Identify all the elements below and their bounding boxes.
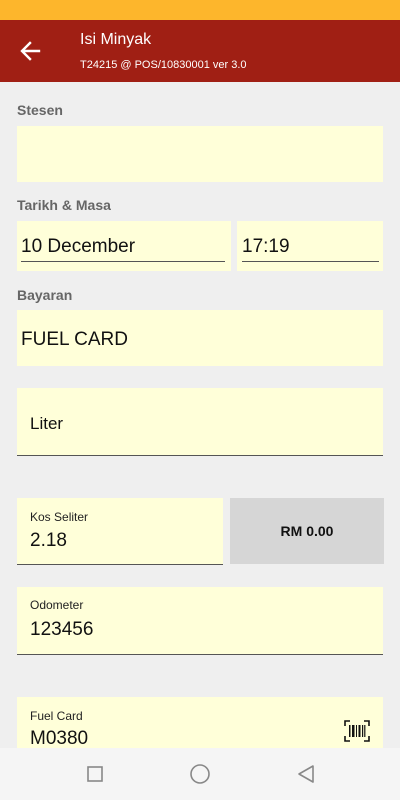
odometer-label: Odometer <box>30 598 84 612</box>
datetime-label: Tarikh & Masa <box>17 197 111 213</box>
odometer-value: 123456 <box>30 619 94 640</box>
arrow-left-icon <box>20 41 41 61</box>
payment-label: Bayaran <box>17 287 73 303</box>
barcode-scan-icon <box>344 720 370 742</box>
date-field[interactable]: 10 December <box>17 221 231 271</box>
home-button[interactable] <box>188 762 212 786</box>
app-bar: Isi Minyak T24215 @ POS/10830001 ver 3.0 <box>0 20 400 82</box>
fuel-card-label: Fuel Card <box>30 709 83 723</box>
back-nav-button[interactable] <box>294 762 318 786</box>
system-nav-bar <box>0 748 400 800</box>
payment-value: FUEL CARD <box>21 329 128 350</box>
time-value: 17:19 <box>242 236 290 257</box>
back-button[interactable] <box>14 35 46 67</box>
station-label: Stesen <box>17 102 63 118</box>
page-title: Isi Minyak <box>80 31 152 48</box>
triangle-back-icon <box>298 765 314 783</box>
circle-icon <box>190 764 210 784</box>
liter-field[interactable]: Liter <box>17 388 383 456</box>
date-underline <box>21 261 225 262</box>
payment-field[interactable]: FUEL CARD <box>17 310 383 366</box>
liter-placeholder: Liter <box>30 414 64 433</box>
fuel-card-field[interactable]: Fuel Card M0380 <box>17 697 383 749</box>
date-value: 10 December <box>21 236 136 257</box>
cost-per-liter-field[interactable]: Kos Seliter 2.18 <box>17 498 223 565</box>
fuel-card-value: M0380 <box>30 728 89 749</box>
cost-per-liter-value: 2.18 <box>30 530 67 551</box>
odometer-field[interactable]: Odometer 123456 <box>17 587 383 655</box>
status-bar <box>0 0 400 20</box>
total-amount: RM 0.00 <box>230 498 384 564</box>
barcode-scan-button[interactable] <box>343 719 371 743</box>
page-subtitle: T24215 @ POS/10830001 ver 3.0 <box>80 59 247 71</box>
station-field[interactable] <box>17 126 383 182</box>
time-field[interactable]: 17:19 <box>237 221 383 271</box>
recent-apps-button[interactable] <box>83 762 107 786</box>
square-icon <box>87 766 103 782</box>
time-underline <box>242 261 379 262</box>
cost-per-liter-label: Kos Seliter <box>30 510 89 524</box>
